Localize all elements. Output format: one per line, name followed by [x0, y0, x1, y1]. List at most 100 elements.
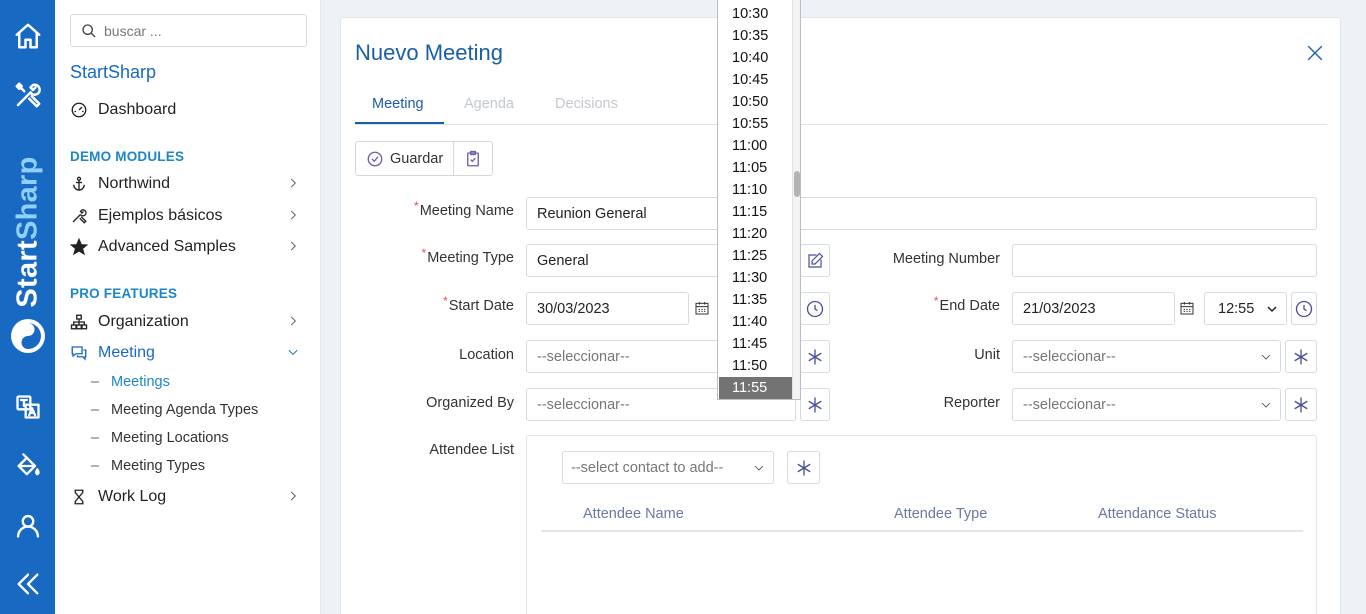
meeting-number-input[interactable]	[1012, 244, 1317, 277]
apply-changes-button[interactable]	[454, 142, 492, 175]
save-button[interactable]: Guardar	[356, 142, 453, 175]
edit-meeting-type-button[interactable]	[800, 244, 830, 277]
sidebar-item-northwind[interactable]: Northwind	[70, 171, 310, 197]
time-option[interactable]: 10:30	[719, 3, 793, 25]
sidebar-item-dashboard[interactable]: Dashboard	[70, 97, 310, 123]
chat-bubbles-icon	[71, 346, 87, 361]
sidebar-item-advanced[interactable]: Advanced Samples	[70, 234, 310, 260]
check-circle-icon	[367, 151, 383, 166]
home-icon[interactable]	[0, 20, 55, 52]
reporter-select[interactable]: --seleccionar--	[1012, 388, 1281, 421]
chevron-right-icon	[290, 210, 296, 220]
sidebar-subitem-meeting-agenda-types[interactable]: – Meeting Agenda Types	[91, 402, 258, 418]
icon-rail: StartSharp	[0, 0, 55, 614]
search-input[interactable]	[104, 22, 294, 39]
collapse-double-chevron-icon[interactable]	[0, 568, 55, 600]
meeting-number-label: Meeting Number	[892, 251, 1000, 267]
time-option[interactable]: 11:50	[719, 355, 793, 377]
sidebar-subitem-meeting-locations[interactable]: – Meeting Locations	[91, 430, 229, 446]
start-date-calendar-icon[interactable]	[694, 299, 710, 322]
end-time-select[interactable]: 12:55	[1204, 292, 1287, 325]
end-date-calendar-icon[interactable]	[1179, 299, 1195, 322]
chevron-down-icon	[1261, 354, 1271, 360]
time-option[interactable]: 10:45	[719, 69, 793, 91]
meeting-name-label: *Meeting Name	[414, 199, 514, 219]
column-attendance-status[interactable]: Attendance Status	[1098, 506, 1217, 522]
time-option[interactable]: 11:10	[719, 179, 793, 201]
dialog-tabs: Meeting Agenda Decisions	[355, 86, 1327, 125]
dropdown-scrollbar[interactable]	[792, 0, 800, 399]
sidebar-item-organization[interactable]: Organization	[70, 309, 310, 335]
sidebar-item-label: Northwind	[98, 175, 171, 192]
tab-decisions[interactable]: Decisions	[555, 96, 618, 112]
start-time-dropdown-list[interactable]: 10:30 10:35 10:40 10:45 10:50 10:55 11:00 11:05…	[717, 0, 801, 400]
time-option[interactable]: 11:00	[719, 135, 793, 157]
start-time-now-button[interactable]	[800, 292, 830, 325]
sidebar-search[interactable]	[70, 14, 307, 47]
select-contact-dropdown[interactable]: --select contact to add--	[562, 451, 774, 484]
tab-agenda[interactable]: Agenda	[464, 96, 514, 112]
active-tab-indicator	[355, 122, 444, 124]
sidebar-subitem-meeting-types[interactable]: – Meeting Types	[91, 458, 205, 474]
meeting-name-input[interactable]: Reunion General	[526, 197, 1317, 230]
sidebar: StartSharp Dashboard DEMO MODULES Northw…	[55, 0, 321, 614]
sidebar-item-meeting[interactable]: Meeting	[70, 340, 310, 366]
time-option[interactable]: 11:35	[719, 289, 793, 311]
add-organizer-button[interactable]	[800, 388, 830, 421]
translate-icon[interactable]	[0, 392, 55, 422]
sidebar-item-label: Work Log	[98, 488, 167, 505]
user-icon[interactable]	[0, 510, 55, 542]
brand-vertical-logo: StartSharp	[11, 156, 44, 308]
start-date-label: *Start Date	[443, 294, 514, 314]
time-option[interactable]: 10:40	[719, 47, 793, 69]
start-date-input[interactable]: 30/03/2023	[526, 292, 689, 325]
column-attendee-type[interactable]: Attendee Type	[894, 506, 987, 522]
time-option[interactable]: 11:45	[719, 333, 793, 355]
dialog-toolbar: Guardar	[355, 141, 494, 176]
time-option[interactable]: 11:25	[719, 245, 793, 267]
chevron-right-icon	[290, 316, 296, 326]
reporter-label: Reporter	[943, 395, 1000, 411]
end-time-now-button[interactable]	[1291, 292, 1317, 325]
unit-select[interactable]: --seleccionar--	[1012, 340, 1281, 373]
asterisk-icon	[1294, 349, 1308, 364]
edit-icon	[808, 252, 824, 268]
sidebar-item-work-log[interactable]: Work Log	[70, 484, 310, 510]
add-location-button[interactable]	[800, 340, 830, 373]
time-option[interactable]: 11:55	[719, 377, 793, 399]
sidebar-item-label: Dashboard	[98, 101, 177, 118]
attendee-table-header: Attendee Name Attendee Type Attendance S…	[541, 506, 1303, 532]
add-reporter-button[interactable]	[1285, 388, 1317, 421]
time-option[interactable]: 11:40	[719, 311, 793, 333]
time-option[interactable]: 10:50	[719, 91, 793, 113]
time-option[interactable]: 11:05	[719, 157, 793, 179]
startsharp-logo-icon	[0, 318, 55, 354]
add-contact-button[interactable]	[787, 451, 820, 484]
column-attendee-name[interactable]: Attendee Name	[583, 506, 684, 522]
tools-icon[interactable]	[0, 79, 55, 111]
paint-bucket-icon[interactable]	[0, 450, 55, 482]
end-date-input[interactable]: 21/03/2023	[1012, 292, 1175, 325]
chevron-down-icon	[288, 349, 298, 355]
asterisk-icon	[808, 397, 822, 412]
organized-by-label: Organized By	[426, 395, 514, 411]
time-option[interactable]: 10:55	[719, 113, 793, 135]
star-icon	[70, 238, 88, 256]
section-pro-features: PRO FEATURES	[70, 286, 178, 301]
sidebar-item-ejemplos[interactable]: Ejemplos básicos	[70, 203, 310, 229]
time-option[interactable]: 11:20	[719, 223, 793, 245]
add-unit-button[interactable]	[1285, 340, 1317, 373]
sidebar-subitem-meetings[interactable]: – Meetings	[91, 374, 170, 390]
dropdown-scrollbar-thumb[interactable]	[794, 171, 800, 197]
time-option[interactable]: 10:35	[719, 25, 793, 47]
time-option[interactable]: 11:30	[719, 267, 793, 289]
asterisk-icon	[1294, 397, 1308, 412]
close-icon[interactable]	[1306, 44, 1324, 67]
meeting-type-label: *Meeting Type	[421, 246, 514, 266]
tab-meeting[interactable]: Meeting	[372, 96, 424, 112]
time-option[interactable]: 11:15	[719, 201, 793, 223]
app-title[interactable]: StartSharp	[70, 62, 156, 83]
clipboard-check-icon	[467, 150, 480, 166]
chevron-right-icon	[290, 491, 296, 501]
location-label: Location	[459, 347, 514, 363]
